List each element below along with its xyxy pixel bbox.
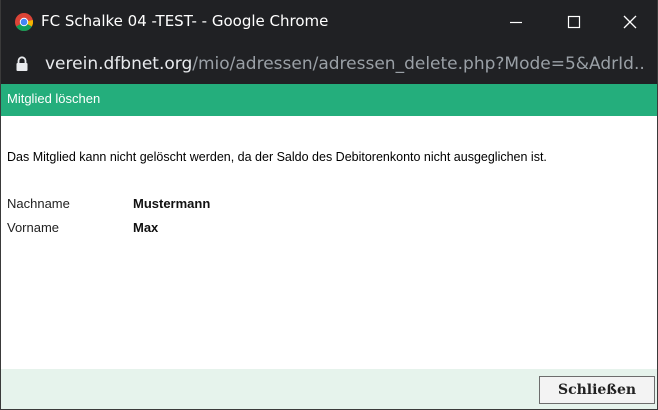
lock-icon: [16, 56, 28, 71]
close-window-button[interactable]: [607, 0, 653, 44]
chrome-icon: [15, 13, 33, 31]
url-text[interactable]: verein.dfbnet.org/mio/adressen/adressen_…: [45, 52, 645, 76]
url-host: verein.dfbnet.org: [45, 54, 193, 74]
close-button[interactable]: Schließen: [539, 376, 655, 404]
dialog-header: Mitglied löschen: [1, 84, 657, 116]
minimize-icon: [510, 21, 522, 24]
field-value-vorname: Max: [133, 220, 159, 235]
browser-popup-window: FC Schalke 04 -TEST- - Google Chrome ver…: [0, 0, 658, 410]
close-icon: [623, 15, 637, 29]
error-message: Das Mitglied kann nicht gelöscht werden,…: [7, 150, 547, 164]
window-title: FC Schalke 04 -TEST- - Google Chrome: [41, 12, 329, 30]
maximize-button[interactable]: [551, 0, 597, 44]
dialog-title: Mitglied löschen: [7, 91, 101, 106]
address-bar[interactable]: verein.dfbnet.org/mio/adressen/adressen_…: [1, 44, 657, 84]
field-label-nachname: Nachname: [7, 196, 70, 211]
field-label-vorname: Vorname: [7, 220, 60, 235]
maximize-icon: [567, 15, 581, 29]
window-titlebar[interactable]: FC Schalke 04 -TEST- - Google Chrome: [1, 0, 657, 44]
url-path: /mio/adressen/adressen_delete.php?Mode=5…: [192, 54, 645, 74]
field-value-nachname: Mustermann: [133, 196, 211, 211]
minimize-button[interactable]: [493, 0, 539, 44]
